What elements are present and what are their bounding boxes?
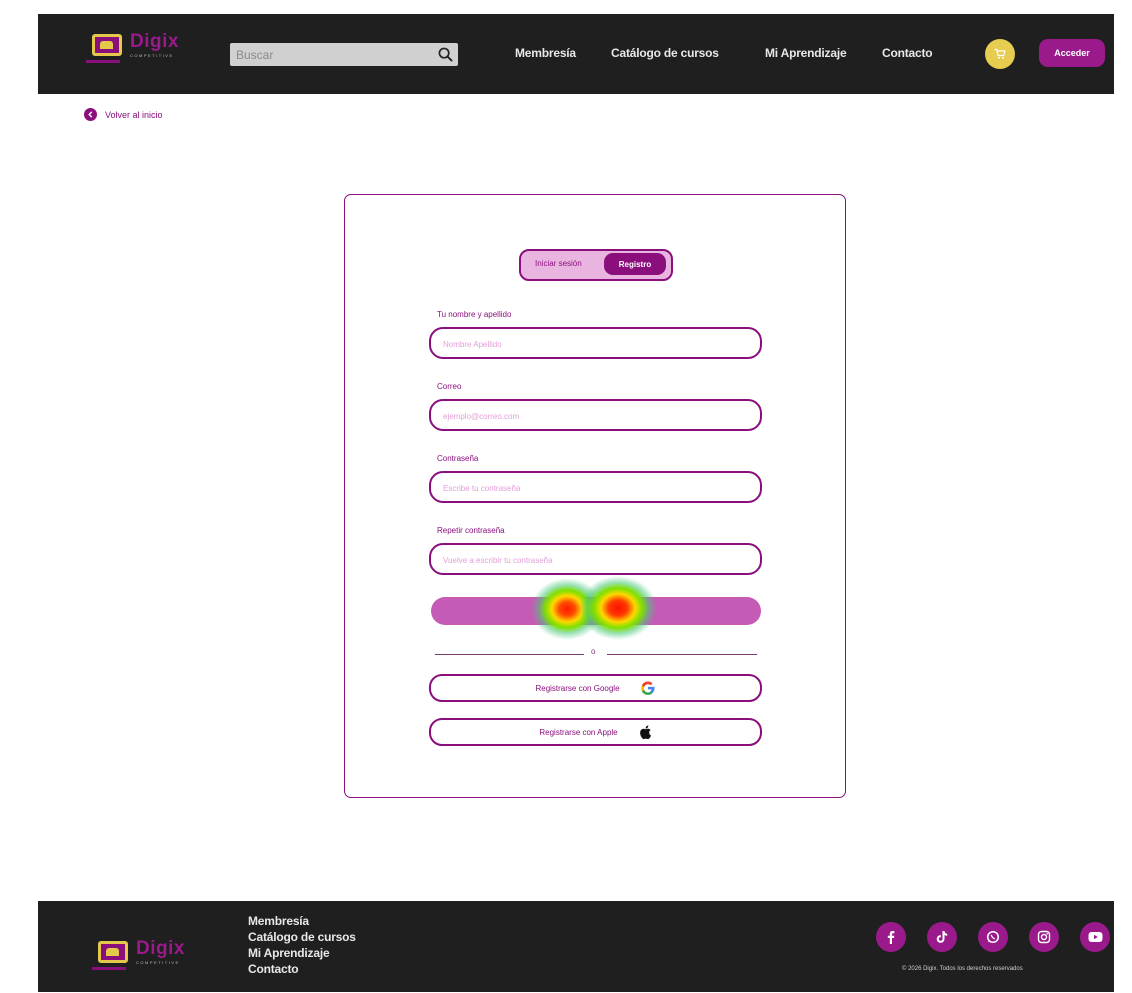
- google-icon: [640, 681, 655, 695]
- instagram-icon[interactable]: [1029, 922, 1059, 952]
- back-link[interactable]: Volver al inicio: [84, 108, 163, 121]
- search-input[interactable]: [230, 46, 432, 63]
- brand-tagline: COMPETITIVE: [130, 53, 174, 58]
- chevron-left-icon: [84, 108, 97, 121]
- footer-logo-icon: [98, 941, 128, 963]
- apple-signup-button[interactable]: Registrarse con Apple: [429, 718, 762, 746]
- apple-icon: [639, 725, 651, 740]
- nav-catalogo[interactable]: Catálogo de cursos: [611, 46, 719, 60]
- brand-name: Digix: [130, 31, 179, 52]
- auth-toggle: Iniciar sesión Registro: [519, 249, 673, 281]
- email-label: Correo: [437, 382, 462, 391]
- header: Digix COMPETITIVE Membresía Catálogo de …: [38, 14, 1114, 94]
- footer-brand-tagline: COMPETITIVE: [136, 960, 180, 965]
- divider-label: o: [591, 647, 596, 656]
- footer-link-contacto[interactable]: Contacto: [248, 961, 356, 977]
- logo-icon: [92, 34, 122, 56]
- footer: Digix COMPETITIVE Membresía Catálogo de …: [38, 901, 1114, 992]
- search-icon[interactable]: [432, 43, 458, 66]
- google-signup-label: Registrarse con Google: [535, 683, 620, 693]
- footer-link-catalogo[interactable]: Catálogo de cursos: [248, 929, 356, 945]
- email-field: [429, 399, 762, 431]
- logo[interactable]: Digix COMPETITIVE: [86, 31, 179, 63]
- back-link-label: Volver al inicio: [105, 109, 163, 120]
- divider-left: [435, 654, 584, 655]
- password-input[interactable]: [441, 473, 745, 503]
- repeat-password-input[interactable]: [441, 545, 745, 575]
- footer-links: Membresía Catálogo de cursos Mi Aprendiz…: [248, 913, 356, 977]
- name-label: Tu nombre y apellido: [437, 310, 512, 319]
- nav-contacto[interactable]: Contacto: [882, 46, 933, 60]
- tab-register[interactable]: Registro: [604, 253, 666, 275]
- footer-link-mi-aprendizaje[interactable]: Mi Aprendizaje: [248, 945, 356, 961]
- password-field: [429, 471, 762, 503]
- footer-logo[interactable]: Digix COMPETITIVE: [92, 938, 185, 970]
- cart-button[interactable]: [985, 39, 1015, 69]
- tiktok-icon[interactable]: [927, 922, 957, 952]
- tab-login[interactable]: Iniciar sesión: [535, 259, 582, 268]
- name-field: [429, 327, 762, 359]
- nav-membresia[interactable]: Membresía: [515, 46, 576, 60]
- email-input[interactable]: [441, 401, 745, 431]
- repeat-password-field: [429, 543, 762, 575]
- divider-right: [607, 654, 757, 655]
- repeat-password-label: Repetir contraseña: [437, 526, 505, 535]
- youtube-icon[interactable]: [1080, 922, 1110, 952]
- submit-button[interactable]: [431, 597, 761, 625]
- social-links: [876, 922, 1110, 952]
- acceder-button[interactable]: Acceder: [1039, 39, 1105, 67]
- nav-mi-aprendizaje[interactable]: Mi Aprendizaje: [765, 46, 847, 60]
- password-label: Contraseña: [437, 454, 479, 463]
- cart-icon: [994, 48, 1006, 59]
- page: Digix COMPETITIVE Membresía Catálogo de …: [38, 14, 1114, 992]
- whatsapp-icon[interactable]: [978, 922, 1008, 952]
- search-bar: [230, 43, 458, 66]
- footer-brand-name: Digix: [136, 938, 185, 959]
- copyright: © 2026 Digix. Todos los derechos reserva…: [902, 966, 1023, 972]
- register-card: Iniciar sesión Registro Tu nombre y apel…: [344, 194, 846, 798]
- google-signup-button[interactable]: Registrarse con Google: [429, 674, 762, 702]
- name-input[interactable]: [441, 329, 745, 359]
- apple-signup-label: Registrarse con Apple: [539, 727, 618, 737]
- footer-link-membresia[interactable]: Membresía: [248, 913, 356, 929]
- facebook-icon[interactable]: [876, 922, 906, 952]
